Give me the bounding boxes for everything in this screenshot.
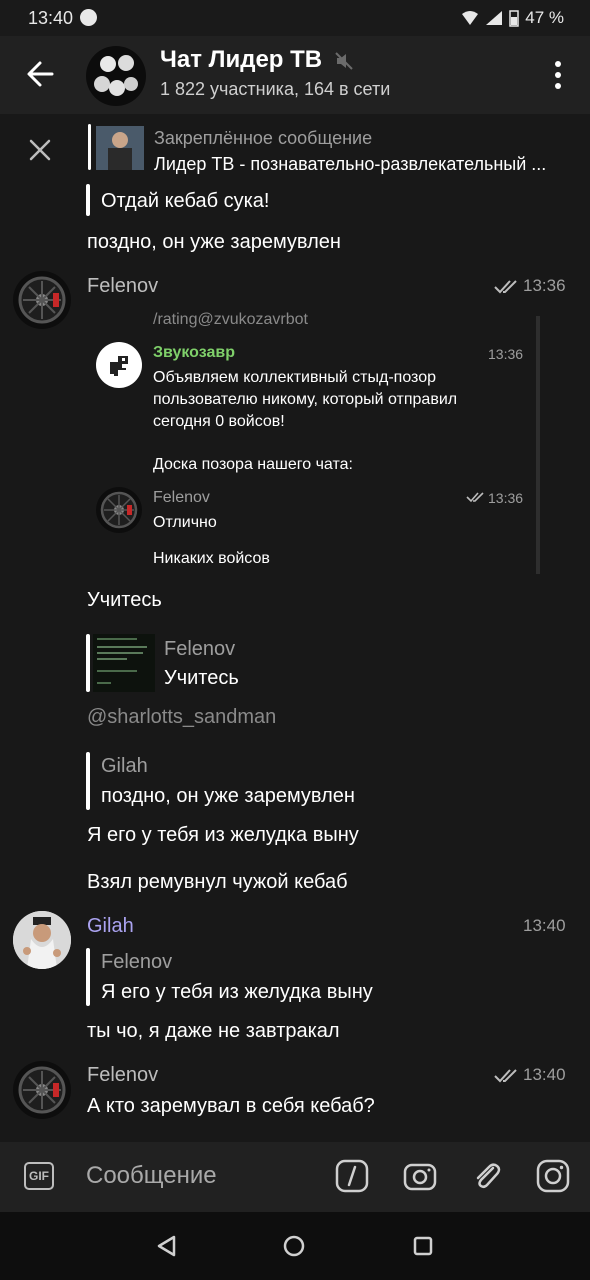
bot-name[interactable]: Звукозавр: [153, 344, 235, 362]
message-text: Я его у тебя из желудка выну: [87, 824, 359, 846]
bot-message-time: 13:36: [488, 346, 524, 362]
message-text: Взял ремувнул чужой кебаб: [87, 871, 348, 893]
sender-name[interactable]: Felenov: [87, 275, 158, 298]
inner-sender-name[interactable]: Felenov: [153, 489, 210, 507]
status-time: 13:40: [28, 8, 74, 28]
message-time: 13:40: [523, 916, 566, 935]
chat-title[interactable]: Чат Лидер ТВ: [160, 46, 355, 74]
read-checks-icon: [494, 280, 517, 294]
message-input-bar: GIF Сообщение: [0, 1142, 590, 1212]
avatar-felenov-small[interactable]: [96, 487, 142, 533]
bot-text-line: Объявляем коллективный стыд-позор: [153, 369, 437, 386]
reply-thumbnail: [93, 634, 155, 692]
reply-sender-name[interactable]: Felenov: [101, 951, 172, 974]
status-bar: 13:40 47 %: [0, 0, 590, 36]
reply-text[interactable]: Я его у тебя из желудка выну: [101, 981, 373, 1004]
sender-name[interactable]: Felenov: [87, 1064, 158, 1087]
reply-text[interactable]: Учитесь: [164, 667, 239, 690]
battery-icon: [509, 10, 519, 27]
chat-subtitle: 1 822 участника, 164 в сети: [160, 79, 391, 99]
reply-bar: [86, 634, 90, 692]
avatar-zvukozavr[interactable]: [96, 342, 142, 388]
close-icon[interactable]: [28, 138, 52, 162]
reply-bar: [86, 752, 90, 810]
wifi-icon: [462, 11, 479, 25]
status-right: 47 %: [461, 8, 564, 28]
pinned-message[interactable]: Закреплённое сообщение Лидер ТВ - познав…: [0, 114, 590, 176]
inner-message-text: Никаких войсов: [153, 550, 270, 567]
reply-text[interactable]: поздно, он уже заремувлен: [101, 785, 355, 808]
nav-back-icon[interactable]: [154, 1234, 178, 1258]
bot-text-line: Доска позора нашего чата:: [153, 456, 353, 473]
pinned-text: Лидер ТВ - познавательно-развлекательный…: [154, 154, 547, 174]
chat-title-text: Чат Лидер ТВ: [160, 46, 323, 73]
group-avatar[interactable]: [86, 46, 146, 106]
reply-text[interactable]: Отдай кебаб сука!: [101, 190, 269, 213]
instagram-icon[interactable]: [535, 1158, 571, 1194]
message-text: Учитесь: [87, 589, 162, 611]
message-text: поздно, он уже заремувлен: [87, 231, 341, 253]
message-list[interactable]: Отдай кебаб сука! поздно, он уже заремув…: [0, 176, 590, 1142]
reply-bar: [86, 184, 90, 216]
pinned-title: Закреплённое сообщение: [154, 128, 373, 148]
chat-header: Чат Лидер ТВ 1 822 участника, 164 в сети: [0, 36, 590, 114]
reply-bar: [86, 948, 90, 1006]
avatar-felenov[interactable]: [13, 1061, 71, 1119]
back-arrow-icon[interactable]: [22, 56, 58, 92]
pinned-thumbnail: [96, 126, 144, 170]
system-nav-bar: [0, 1212, 590, 1280]
nav-recents-icon[interactable]: [411, 1234, 435, 1258]
message-time: 13:36: [523, 276, 566, 295]
avatar-felenov[interactable]: [13, 271, 71, 329]
reply-sender-name[interactable]: Felenov: [164, 638, 235, 661]
message-text: ты чо, я даже не завтракал: [87, 1020, 340, 1042]
read-checks-icon: [494, 1069, 517, 1083]
muted-icon: [335, 51, 353, 70]
message-input[interactable]: Сообщение: [86, 1162, 217, 1190]
forward-bar: [536, 316, 540, 574]
bot-command[interactable]: /rating@zvukozavrbot: [153, 311, 308, 329]
bot-commands-icon[interactable]: [334, 1158, 370, 1194]
camera-icon[interactable]: [402, 1158, 438, 1194]
more-menu-icon[interactable]: [554, 60, 562, 90]
gif-icon[interactable]: GIF: [24, 1162, 54, 1190]
inner-message-text: Отлично: [153, 514, 217, 531]
battery-text: 47 %: [525, 8, 564, 27]
nav-home-icon[interactable]: [282, 1234, 306, 1258]
reply-sender-name[interactable]: Gilah: [101, 755, 148, 778]
message-text: А кто заремувал в себя кебаб?: [87, 1095, 375, 1117]
bot-text-line: пользователю никому, который отправил: [153, 391, 458, 408]
pinned-bar: [88, 124, 91, 170]
signal-icon: [486, 11, 503, 25]
sender-name[interactable]: Gilah: [87, 915, 134, 938]
bot-text-line: сегодня 0 войсов!: [153, 413, 285, 430]
read-checks-icon: [466, 492, 484, 503]
mention-text[interactable]: @sharlotts_sandman: [87, 706, 276, 729]
inner-message-time: 13:36: [488, 490, 524, 506]
message-time: 13:40: [523, 1065, 566, 1084]
avatar-gilah[interactable]: [13, 911, 71, 969]
attach-icon[interactable]: [469, 1158, 505, 1194]
app-notification-icon: [80, 9, 97, 26]
